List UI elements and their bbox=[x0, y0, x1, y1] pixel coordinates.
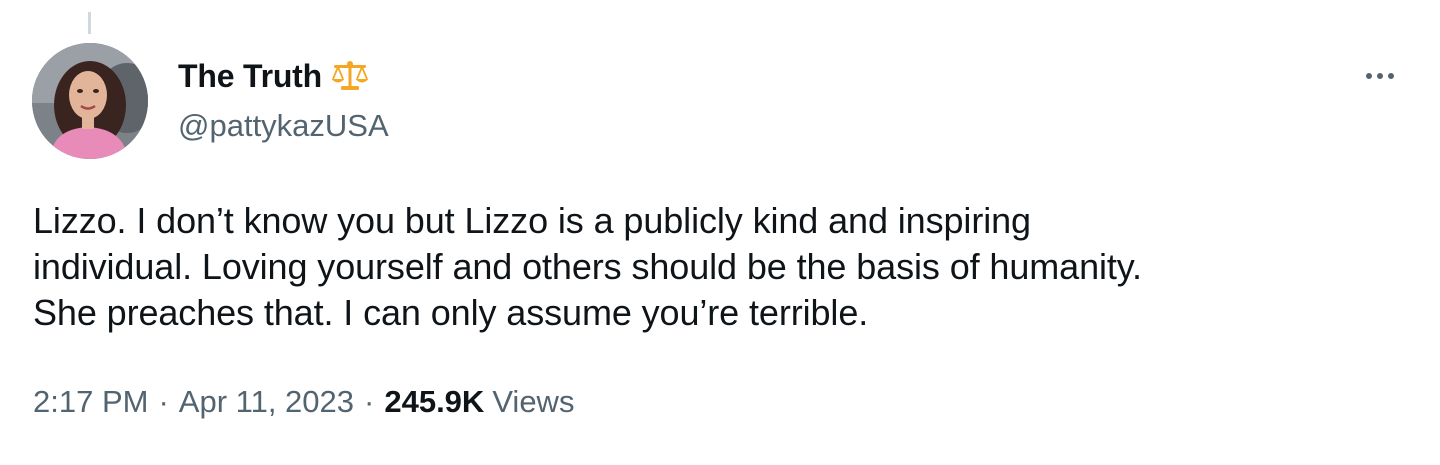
tweet-text-line: Lizzo. I don’t know you but Lizzo is a p… bbox=[33, 200, 1031, 241]
more-options-button[interactable] bbox=[1350, 58, 1410, 94]
avatar[interactable] bbox=[32, 43, 148, 159]
tweet-card: The Truth @pattykazUSA Lizzo. I don’t kn… bbox=[0, 0, 1440, 465]
tweet-header: The Truth @pattykazUSA bbox=[178, 56, 389, 144]
views-count[interactable]: 245.9K bbox=[384, 384, 484, 420]
meta-separator: · bbox=[158, 384, 169, 419]
views-label: Views bbox=[492, 384, 575, 419]
author-display-name[interactable]: The Truth bbox=[178, 58, 322, 95]
author-handle[interactable]: @pattykazUSA bbox=[178, 108, 389, 144]
tweet-text-line: individual. Loving yourself and others s… bbox=[33, 246, 1142, 287]
more-dot-icon bbox=[1377, 73, 1383, 79]
tweet-text-line: She preaches that. I can only assume you… bbox=[33, 292, 869, 333]
scales-icon bbox=[330, 59, 370, 93]
name-row: The Truth bbox=[178, 56, 389, 96]
tweet-time[interactable]: 2:17 PM bbox=[33, 384, 148, 420]
tweet-text: Lizzo. I don’t know you but Lizzo is a p… bbox=[33, 198, 1393, 336]
more-dot-icon bbox=[1388, 73, 1394, 79]
thread-connector-line bbox=[88, 12, 91, 34]
more-dot-icon bbox=[1366, 73, 1372, 79]
meta-separator: · bbox=[364, 384, 375, 419]
tweet-date[interactable]: Apr 11, 2023 bbox=[179, 384, 354, 420]
avatar-photo bbox=[32, 43, 148, 159]
tweet-metadata: 2:17 PM · Apr 11, 2023 · 245.9K Views bbox=[33, 384, 574, 420]
